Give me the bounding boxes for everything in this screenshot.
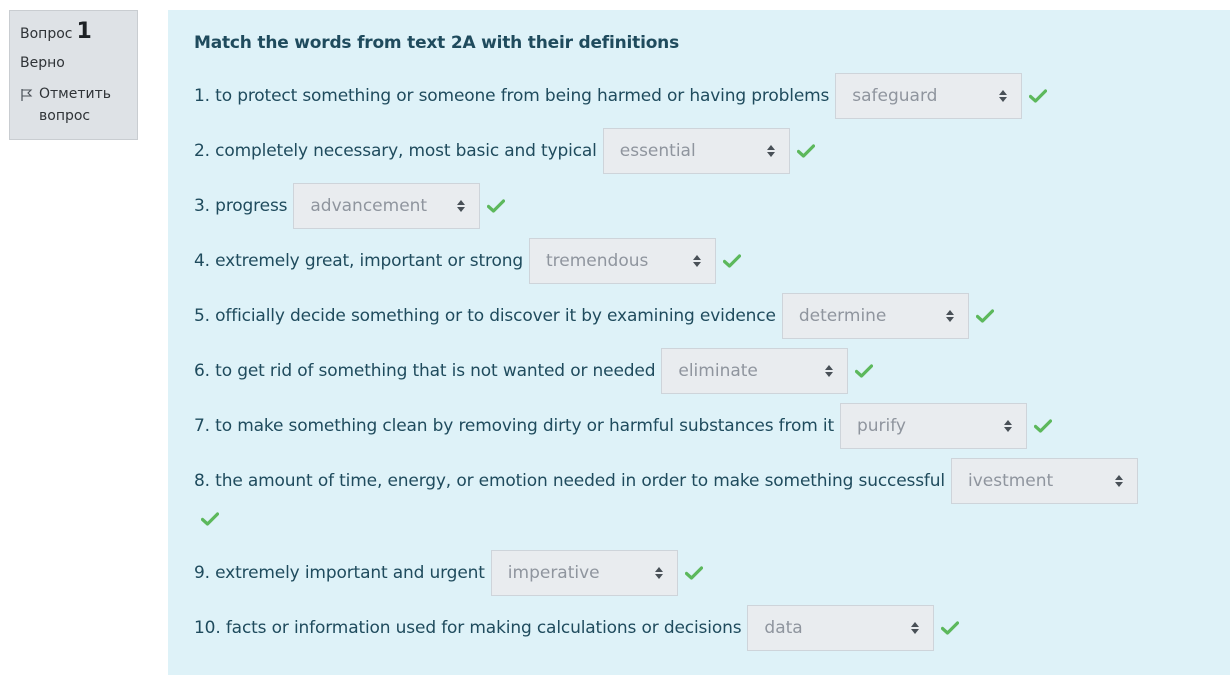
- answer-select-value: advancement: [310, 196, 428, 216]
- answer-select[interactable]: advancement: [293, 183, 481, 229]
- match-stem: 10. facts or information used for making…: [194, 618, 742, 638]
- match-stem: 1. to protect something or someone from …: [194, 86, 830, 106]
- check-icon: [1029, 89, 1048, 103]
- answer-select-value: safeguard: [852, 86, 938, 106]
- updown-arrows-icon: [1003, 420, 1012, 432]
- match-stem: 6. to get rid of something that is not w…: [194, 361, 656, 381]
- match-row: 7. to make something clean by removing d…: [194, 403, 1052, 449]
- check-icon: [487, 199, 506, 213]
- match-row: 3. progress advancement: [194, 183, 506, 229]
- answer-select[interactable]: data: [747, 605, 935, 651]
- flag-question-label: Отметить вопрос: [39, 86, 112, 124]
- answer-select-value: determine: [798, 306, 887, 326]
- check-icon: [855, 364, 874, 378]
- updown-arrows-icon: [654, 567, 663, 579]
- updown-arrows-icon: [1114, 475, 1123, 487]
- question-text: Match the words from text 2A with their …: [194, 33, 679, 53]
- updown-arrows-icon: [825, 365, 834, 377]
- updown-arrows-icon: [766, 145, 775, 157]
- question-number-value: 1: [76, 19, 92, 44]
- match-row: 1. to protect something or someone from …: [194, 73, 1048, 119]
- check-icon: [1033, 419, 1052, 433]
- match-stem: 3. progress: [194, 196, 288, 216]
- check-icon: [975, 309, 994, 323]
- answer-select-value: tremendous: [546, 251, 649, 271]
- question-label: Вопрос: [20, 26, 73, 42]
- match-row: 8. the amount of time, energy, or emotio…: [194, 458, 1138, 504]
- question-info-panel: Вопрос 1 Верно Отметить вопрос: [9, 10, 138, 140]
- check-icon: [723, 254, 741, 268]
- match-stem: 8. the amount of time, energy, or emotio…: [194, 471, 945, 491]
- match-row: 6. to get rid of something that is not w…: [194, 348, 874, 394]
- match-row: 4. extremely great, important or strong …: [194, 238, 741, 284]
- updown-arrows-icon: [911, 622, 920, 634]
- check-icon: [796, 144, 815, 158]
- question-content: Match the words from text 2A with their …: [168, 10, 1230, 675]
- match-stem: 7. to make something clean by removing d…: [194, 416, 834, 436]
- answer-select-value: eliminate: [678, 361, 758, 381]
- match-stem: 2. completely necessary, most basic and …: [194, 141, 597, 161]
- match-stem: 4. extremely great, important or strong: [194, 251, 523, 271]
- match-row: 5. officially decide something or to dis…: [194, 293, 994, 339]
- match-row: 9. extremely important and urgent impera…: [194, 550, 703, 596]
- match-row: 10. facts or information used for making…: [194, 605, 960, 651]
- question-state: Верно: [20, 55, 65, 71]
- answer-select-value: purify: [856, 416, 906, 436]
- question-number: Вопрос 1: [20, 21, 127, 43]
- match-stem: 5. officially decide something or to dis…: [194, 306, 776, 326]
- answer-select[interactable]: determine: [781, 293, 969, 339]
- answer-select-value: imperative: [507, 563, 600, 583]
- updown-arrows-icon: [999, 90, 1008, 102]
- match-row: 2. completely necessary, most basic and …: [194, 128, 815, 174]
- check-icon: [684, 566, 703, 580]
- answer-select-value: data: [764, 618, 803, 638]
- check-icon: [941, 621, 960, 635]
- updown-arrows-icon: [945, 310, 954, 322]
- flag-question-link[interactable]: Отметить вопрос: [20, 83, 127, 127]
- updown-arrows-icon: [693, 255, 701, 267]
- answer-select-value: ivestment: [967, 471, 1054, 491]
- match-stem: 9. extremely important and urgent: [194, 563, 485, 583]
- answer-select[interactable]: tremendous: [529, 238, 716, 284]
- check-icon: [201, 512, 219, 526]
- flag-icon: [21, 89, 33, 101]
- answer-select[interactable]: imperative: [490, 550, 678, 596]
- answer-select[interactable]: essential: [602, 128, 790, 174]
- answer-select[interactable]: eliminate: [661, 348, 849, 394]
- answer-select[interactable]: purify: [839, 403, 1027, 449]
- answer-select[interactable]: ivestment: [950, 458, 1138, 504]
- answer-select[interactable]: safeguard: [835, 73, 1023, 119]
- updown-arrows-icon: [457, 200, 466, 212]
- answer-select-value: essential: [619, 141, 696, 161]
